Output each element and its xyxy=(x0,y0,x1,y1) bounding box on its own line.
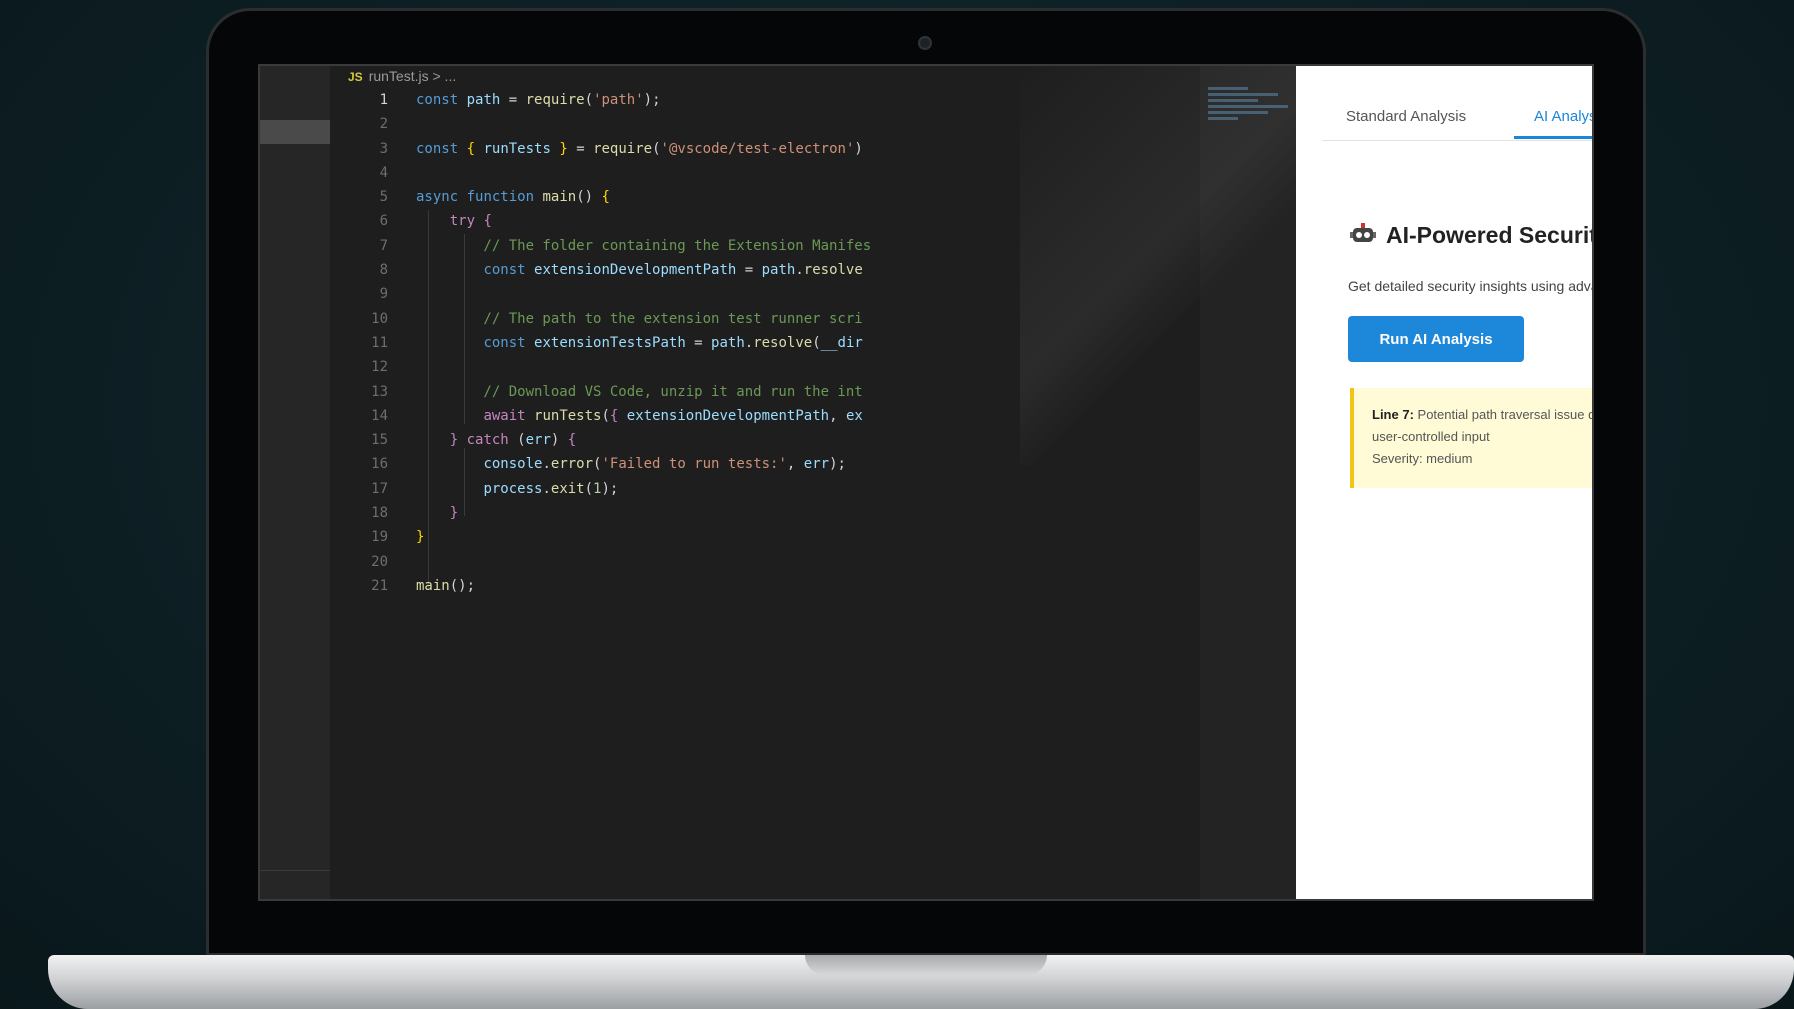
code-line: 8 const extensionDevelopmentPath = path.… xyxy=(330,258,930,282)
code-text: main(); xyxy=(416,577,476,594)
code-text: // The path to the extension test runner… xyxy=(416,310,863,327)
code-text: const { runTests } = require('@vscode/te… xyxy=(416,140,863,157)
code-text: const path = require('path'); xyxy=(416,92,661,108)
code-text: const extensionTestsPath = path.resolve(… xyxy=(483,334,863,351)
code-text: } catch (err) { xyxy=(449,432,577,449)
code-line: 13 // Download VS Code, unzip it and run… xyxy=(330,380,930,404)
line-number: 14 xyxy=(371,407,388,424)
code-text: } xyxy=(449,505,459,522)
ai-analysis-description: Get detailed security insights using adv… xyxy=(1348,278,1592,294)
finding-message-cont: user-controlled input xyxy=(1372,429,1490,444)
line-number: 12 xyxy=(371,359,388,376)
code-line: 20 xyxy=(330,550,930,574)
line-number: 13 xyxy=(371,383,388,400)
code-line: 7 // The folder containing the Extension… xyxy=(330,234,930,258)
code-text: async function main() { xyxy=(416,189,610,206)
activity-selection[interactable] xyxy=(260,120,330,144)
code-text: process.exit(1); xyxy=(483,480,619,497)
laptop-notch xyxy=(805,955,1047,975)
code-line: 17 process.exit(1); xyxy=(330,477,930,501)
code-line: 18 } xyxy=(330,501,930,525)
code-text: const extensionDevelopmentPath = path.re… xyxy=(483,262,863,279)
line-number: 5 xyxy=(379,189,388,206)
code-text: console.error('Failed to run tests:', er… xyxy=(483,456,846,473)
code-line: 4 xyxy=(330,161,930,185)
tab-ai-analysis[interactable]: AI Analysis xyxy=(1534,108,1592,125)
code-line: 10 // The path to the extension test run… xyxy=(330,307,930,331)
code-text: try { xyxy=(449,213,492,230)
code-text: } xyxy=(416,529,425,546)
ai-analysis-heading: AI-Powered Security Analysis xyxy=(1350,222,1592,249)
code-line: 2 xyxy=(330,112,930,136)
minimap-area[interactable] xyxy=(1200,66,1300,899)
line-number: 11 xyxy=(371,334,388,351)
finding-line-1: Line 7: Potential path traversal issue d… xyxy=(1372,404,1592,426)
line-number: 6 xyxy=(379,213,388,230)
line-number: 20 xyxy=(371,553,388,570)
tab-standard-analysis[interactable]: Standard Analysis xyxy=(1346,108,1466,125)
activity-divider xyxy=(260,870,330,871)
security-finding[interactable]: Line 7: Potential path traversal issue d… xyxy=(1350,388,1592,488)
robot-icon xyxy=(1350,222,1376,246)
breadcrumb-path[interactable]: runTest.js > ... xyxy=(369,68,457,84)
line-number: 21 xyxy=(371,577,388,594)
js-file-icon: JS xyxy=(348,70,363,84)
code-lines[interactable]: 1 const path = require('path'); 2 3 const … xyxy=(330,88,930,598)
code-line: 5 async function main() { xyxy=(330,185,930,209)
line-number: 7 xyxy=(379,237,388,254)
screen: JS runTest.js > ... 1 const path = require… xyxy=(258,64,1594,901)
code-line: 16 console.error('Failed to run tests:',… xyxy=(330,452,930,476)
run-ai-analysis-button[interactable]: Run AI Analysis xyxy=(1348,316,1524,362)
line-number: 3 xyxy=(379,140,388,157)
code-text: await runTests({ extensionDevelopmentPat… xyxy=(483,407,863,424)
line-number: 16 xyxy=(371,456,388,473)
finding-severity: Severity: medium xyxy=(1372,451,1473,466)
code-text: // The folder containing the Extension M… xyxy=(416,237,872,254)
breadcrumb[interactable]: JS runTest.js > ... xyxy=(348,68,456,88)
code-line: 1 const path = require('path'); xyxy=(330,88,930,112)
code-line: 19} xyxy=(330,525,930,549)
line-number: 19 xyxy=(371,529,388,546)
finding-message: Potential path traversal issue due to th… xyxy=(1417,407,1592,422)
code-line: 15 } catch (err) { xyxy=(330,428,930,452)
line-number: 8 xyxy=(379,262,388,279)
analysis-panel: Standard Analysis AI Analysis AI-Powered… xyxy=(1296,66,1592,899)
finding-line-label: Line 7: xyxy=(1372,407,1414,422)
code-line: 14 await runTests({ extensionDevelopment… xyxy=(330,404,930,428)
line-number: 4 xyxy=(379,164,388,181)
camera-icon xyxy=(918,36,932,50)
line-number: 2 xyxy=(379,116,388,133)
line-number: 1 xyxy=(379,92,388,108)
line-number: 9 xyxy=(379,286,388,303)
line-number: 10 xyxy=(371,310,388,327)
code-line: 11 const extensionTestsPath = path.resol… xyxy=(330,331,930,355)
line-number: 15 xyxy=(371,432,388,449)
line-number: 17 xyxy=(371,480,388,497)
code-line: 9 xyxy=(330,282,930,306)
page-title: AI-Powered Security Analysis xyxy=(1386,222,1592,248)
code-line: 21 main(); xyxy=(330,574,930,598)
code-line: 6 try { xyxy=(330,209,930,233)
code-line: 3 const { runTests } = require('@vscode/t… xyxy=(330,137,930,161)
code-line: 12 xyxy=(330,355,930,379)
line-number: 18 xyxy=(371,505,388,522)
analysis-tabs: Standard Analysis AI Analysis xyxy=(1322,94,1592,141)
activity-bar xyxy=(260,66,331,899)
active-tab-indicator xyxy=(1514,136,1592,139)
code-text: // Download VS Code, unzip it and run th… xyxy=(416,383,863,400)
code-editor[interactable]: JS runTest.js > ... 1 const path = require… xyxy=(330,66,1300,899)
minimap[interactable] xyxy=(1208,84,1294,144)
